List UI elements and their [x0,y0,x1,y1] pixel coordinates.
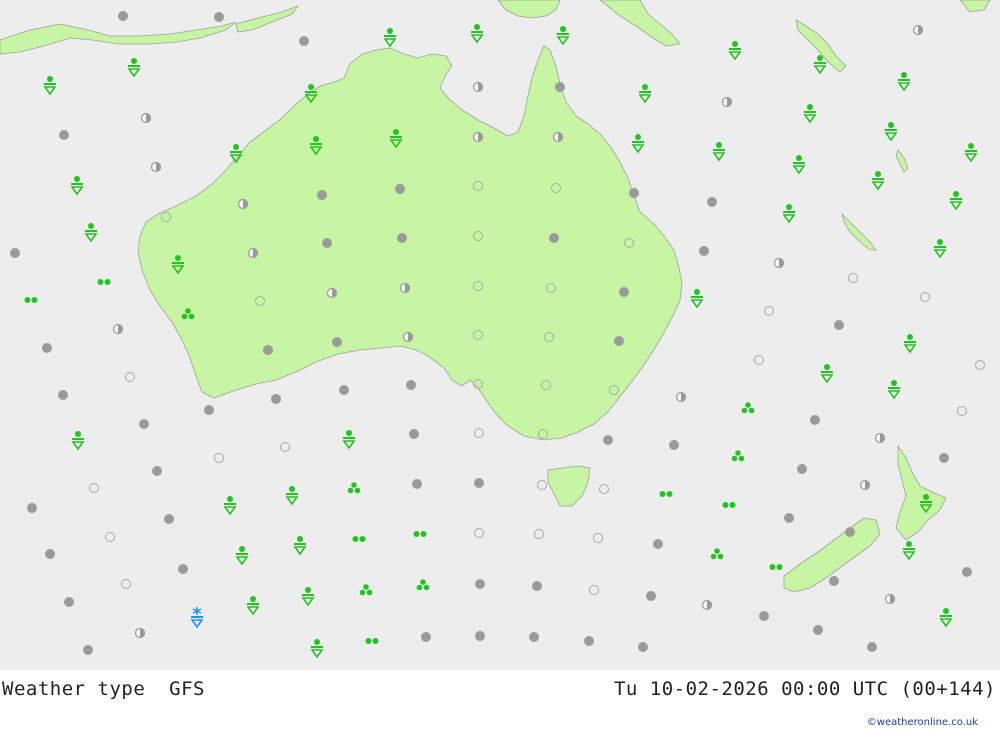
partly-cloudy-icon [874,432,886,444]
map-title: Weather type GFS [2,678,205,700]
overcast-icon [614,336,624,346]
overcast-icon [204,405,214,415]
overcast-icon [27,503,37,513]
partly-cloudy-icon [247,247,259,259]
overcast-icon [549,233,559,243]
overcast-icon [475,579,485,589]
overcast-icon [58,390,68,400]
overcast-icon [845,527,855,537]
partly-cloudy-icon [112,323,124,335]
overcast-icon [784,513,794,523]
overcast-icon [619,287,629,297]
overcast-icon [829,576,839,586]
overcast-icon [669,440,679,450]
partly-cloudy-icon [237,198,249,210]
overcast-icon [584,636,594,646]
overcast-icon [653,539,663,549]
overcast-icon [406,380,416,390]
overcast-icon [83,645,93,655]
overcast-icon [638,642,648,652]
overcast-icon [962,567,972,577]
partly-cloudy-icon [859,479,871,491]
overcast-icon [118,11,128,21]
overcast-icon [10,248,20,258]
overcast-icon [529,632,539,642]
overcast-icon [629,188,639,198]
overcast-icon [263,345,273,355]
partly-cloudy-icon [721,96,733,108]
overcast-icon [339,385,349,395]
partly-cloudy-icon [701,599,713,611]
overcast-icon [317,190,327,200]
map-canvas [0,0,1000,670]
overcast-icon [532,581,542,591]
overcast-icon [474,478,484,488]
weather-map [0,0,1000,670]
overcast-icon [867,642,877,652]
partly-cloudy-icon [140,112,152,124]
overcast-icon [834,320,844,330]
overcast-icon [475,631,485,641]
overcast-icon [139,419,149,429]
overcast-icon [271,394,281,404]
overcast-icon [810,415,820,425]
overcast-icon [707,197,717,207]
overcast-icon [64,597,74,607]
overcast-icon [152,466,162,476]
partly-cloudy-icon [552,131,564,143]
overcast-icon [178,564,188,574]
map-footer: Weather type GFS Tu 10-02-2026 00:00 UTC… [0,670,1000,733]
overcast-icon [813,625,823,635]
partly-cloudy-icon [134,627,146,639]
forecast-datetime: Tu 10-02-2026 00:00 UTC (00+144) [613,678,996,700]
overcast-icon [939,453,949,463]
partly-cloudy-icon [773,257,785,269]
partly-cloudy-icon [472,81,484,93]
partly-cloudy-icon [884,593,896,605]
partly-cloudy-icon [912,24,924,36]
overcast-icon [603,435,613,445]
overcast-icon [45,549,55,559]
overcast-icon [214,12,224,22]
overcast-icon [797,464,807,474]
overcast-icon [59,130,69,140]
partly-cloudy-icon [399,282,411,294]
overcast-icon [395,184,405,194]
overcast-icon [421,632,431,642]
overcast-icon [397,233,407,243]
partly-cloudy-icon [402,331,414,343]
overcast-icon [412,479,422,489]
overcast-icon [409,429,419,439]
credit-link[interactable]: ©weatheronline.co.uk [867,717,978,728]
overcast-icon [322,238,332,248]
overcast-icon [555,82,565,92]
partly-cloudy-icon [326,287,338,299]
overcast-icon [332,337,342,347]
overcast-icon [299,36,309,46]
partly-cloudy-icon [675,391,687,403]
overcast-icon [646,591,656,601]
overcast-icon [164,514,174,524]
overcast-icon [699,246,709,256]
overcast-icon [42,343,52,353]
partly-cloudy-icon [472,131,484,143]
overcast-icon [759,611,769,621]
partly-cloudy-icon [150,161,162,173]
